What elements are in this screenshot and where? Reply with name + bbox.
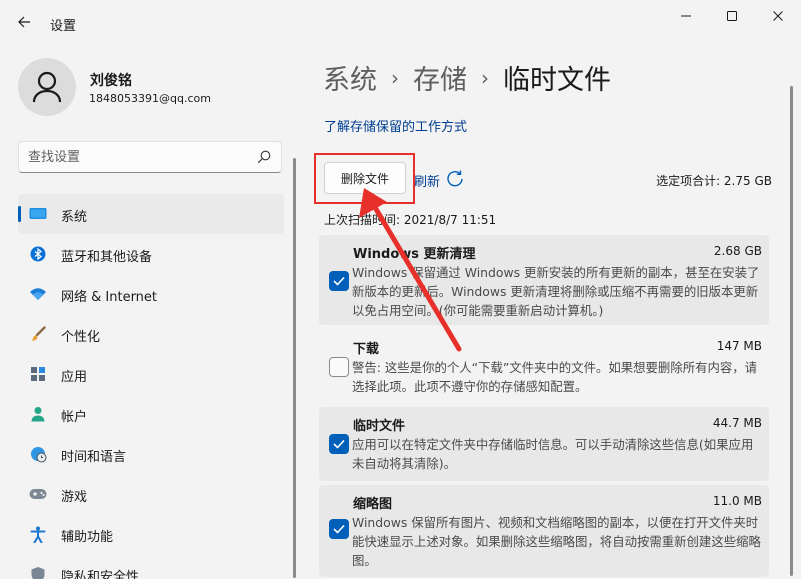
breadcrumb-separator: ›	[481, 65, 489, 90]
page-title: 临时文件	[503, 65, 611, 96]
monitor-icon	[29, 206, 47, 222]
list-item[interactable]: 缩略图 11.0 MB Windows 保留所有图片、视频和文档缩略图的副本，以…	[319, 485, 769, 577]
sidebar-item-label: 个性化	[61, 330, 101, 345]
wifi-icon	[29, 286, 47, 302]
close-icon	[773, 11, 783, 21]
user-name: 刘俊铭	[90, 73, 132, 89]
sidebar-item-time-language[interactable]: 时间和语言	[18, 434, 284, 474]
item-size: 44.7 MB	[712, 416, 762, 430]
sidebar-item-accounts[interactable]: 帐户	[18, 394, 284, 434]
item-title: 临时文件	[353, 419, 406, 434]
search-box[interactable]	[18, 141, 282, 173]
avatar[interactable]	[18, 58, 76, 116]
item-description: Windows 保留通过 Windows 更新安装的所有更新的副本，甚至在安装了…	[352, 265, 760, 318]
main-scrollbar[interactable]	[790, 86, 793, 576]
item-description: 警告: 这些是你的个人“下载”文件夹中的文件。如果想要删除所有内容，请选择此项。…	[352, 360, 758, 394]
sidebar-item-label: 应用	[61, 370, 88, 385]
gamepad-icon	[29, 486, 47, 502]
list-item[interactable]: 临时文件 44.7 MB 应用可以在特定文件夹中存储临时信息。可以手动清除这些信…	[319, 407, 769, 481]
checkmark-icon	[333, 524, 345, 534]
annotation-highlight-box	[314, 153, 415, 204]
maximize-button[interactable]	[712, 4, 752, 28]
breadcrumb: 系统 › 存储 › 临时文件	[323, 58, 611, 97]
back-button[interactable]	[10, 8, 38, 36]
arrow-left-icon	[18, 16, 30, 28]
bluetooth-icon	[29, 246, 47, 262]
breadcrumb-system[interactable]: 系统	[323, 58, 377, 97]
account-icon	[29, 406, 47, 422]
checkmark-icon	[333, 439, 345, 449]
user-icon	[32, 71, 62, 103]
sidebar-item-system[interactable]: 系统	[18, 194, 284, 234]
item-title: Windows 更新清理	[353, 247, 476, 262]
item-title: 缩略图	[353, 497, 393, 512]
sidebar-scrollbar[interactable]	[293, 158, 296, 578]
minimize-icon	[681, 15, 691, 17]
shield-icon	[29, 566, 47, 579]
last-scan-time: 上次扫描时间: 2021/8/7 11:51	[324, 213, 497, 227]
item-description: 应用可以在特定文件夹中存储临时信息。可以手动清除这些信息(如果应用未自动将其清除…	[352, 437, 754, 471]
item-title: 下载	[353, 342, 380, 357]
refresh-icon[interactable]	[445, 169, 465, 189]
app-title: 设置	[50, 19, 77, 34]
sidebar-item-label: 游戏	[61, 490, 88, 505]
search-icon[interactable]	[257, 150, 271, 164]
sidebar-item-label: 隐私和安全性	[61, 570, 140, 579]
item-size: 2.68 GB	[713, 244, 762, 258]
checkbox-checked[interactable]	[329, 519, 349, 539]
sidebar-item-gaming[interactable]: 游戏	[18, 474, 284, 514]
brush-icon	[29, 326, 47, 342]
search-input[interactable]	[19, 142, 249, 172]
selected-total: 选定项合计: 2.75 GB	[656, 174, 772, 188]
sidebar-item-personalization[interactable]: 个性化	[18, 314, 284, 354]
refresh-link[interactable]: 刷新	[414, 171, 440, 190]
sidebar-item-label: 帐户	[61, 410, 88, 425]
sidebar-item-network[interactable]: 网络 & Internet	[18, 274, 284, 314]
checkmark-icon	[333, 276, 345, 286]
sidebar-nav: 系统 蓝牙和其他设备 网络 & Internet 个性化 应用 帐户 时间和语言…	[18, 194, 284, 579]
minimize-button[interactable]	[666, 4, 706, 28]
list-item[interactable]: 下载 147 MB 警告: 这些是你的个人“下载”文件夹中的文件。如果想要删除所…	[319, 330, 769, 400]
item-size: 147 MB	[716, 339, 762, 353]
accessibility-icon	[29, 526, 47, 543]
breadcrumb-storage[interactable]: 存储	[413, 58, 467, 97]
user-email: 1848053391@qq.com	[89, 92, 211, 105]
checkbox-unchecked[interactable]	[329, 357, 349, 377]
learn-storage-link[interactable]: 了解存储保留的工作方式	[324, 116, 467, 135]
list-item[interactable]: Windows 更新清理 2.68 GB Windows 保留通过 Window…	[319, 235, 769, 325]
item-description: Windows 保留所有图片、视频和文档缩略图的副本，以便在打开文件夹时能快速显…	[352, 515, 761, 568]
sidebar-item-label: 网络 & Internet	[61, 290, 158, 305]
checkbox-checked[interactable]	[329, 434, 349, 454]
sidebar-item-label: 时间和语言	[61, 450, 127, 465]
title-bar: 设置	[0, 0, 801, 36]
sidebar-item-bluetooth[interactable]: 蓝牙和其他设备	[18, 234, 284, 274]
globe-clock-icon	[29, 446, 47, 462]
sidebar-item-accessibility[interactable]: 辅助功能	[18, 514, 284, 554]
breadcrumb-separator: ›	[391, 65, 399, 90]
sidebar-item-privacy[interactable]: 隐私和安全性	[18, 554, 284, 579]
sidebar-item-apps[interactable]: 应用	[18, 354, 284, 394]
sidebar-item-label: 辅助功能	[61, 530, 114, 545]
sidebar-item-label: 系统	[61, 210, 88, 225]
apps-icon	[29, 366, 47, 382]
item-size: 11.0 MB	[712, 494, 762, 508]
active-indicator	[18, 206, 21, 222]
close-button[interactable]	[758, 4, 798, 28]
maximize-icon	[727, 11, 737, 21]
sidebar-item-label: 蓝牙和其他设备	[61, 250, 153, 265]
checkbox-checked[interactable]	[329, 271, 349, 291]
